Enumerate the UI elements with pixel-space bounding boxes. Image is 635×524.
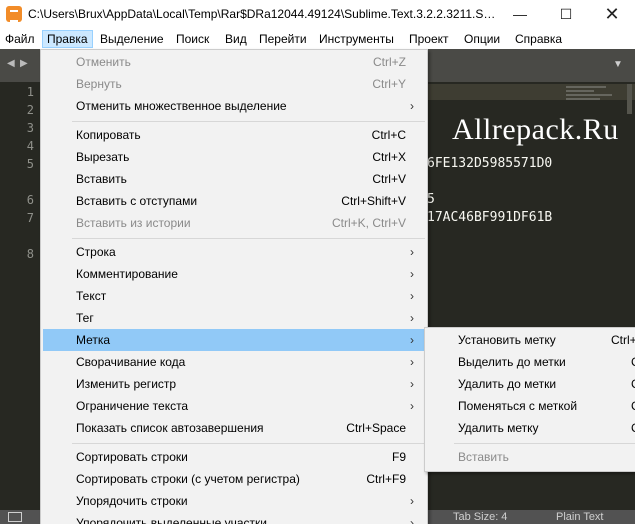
menu-item-paste[interactable]: Вставить Ctrl+V bbox=[43, 168, 425, 190]
menu-item-sort-lines-case[interactable]: Сортировать строки (с учетом регистра) C… bbox=[43, 468, 425, 490]
mark-submenu: Установить метку Ctrl+ Выделить до метки… bbox=[424, 327, 635, 472]
menu-item-permute-lines[interactable]: Упорядочить строки › bbox=[43, 490, 425, 512]
menu-separator bbox=[72, 238, 425, 239]
code-line[interactable]: 5 bbox=[427, 192, 435, 207]
close-button[interactable]: ✕ bbox=[589, 0, 635, 29]
line-number: 6 bbox=[26, 193, 34, 207]
chevron-right-icon: › bbox=[410, 399, 414, 413]
menu-item-convert-case[interactable]: Изменить регистр › bbox=[43, 373, 425, 395]
title-bar: C:\Users\Brux\AppData\Local\Temp\Rar$DRa… bbox=[0, 0, 635, 29]
menu-item-paste-history[interactable]: Вставить из истории Ctrl+K, Ctrl+V bbox=[43, 212, 425, 234]
menu-goto[interactable]: Перейти bbox=[255, 30, 311, 48]
submenu-item-delete-to-mark[interactable]: Удалить до метки C bbox=[427, 373, 635, 395]
code-line[interactable]: 17AC46BF991DF61B bbox=[427, 210, 552, 225]
minimap[interactable] bbox=[560, 84, 620, 104]
chevron-right-icon: › bbox=[410, 377, 414, 391]
menu-item-cut[interactable]: Вырезать Ctrl+X bbox=[43, 146, 425, 168]
editor-scrollbar-thumb[interactable] bbox=[627, 84, 632, 114]
menu-view[interactable]: Вид bbox=[221, 30, 251, 48]
line-number: 4 bbox=[26, 139, 34, 153]
watermark-text: Allrepack.Ru bbox=[452, 113, 619, 146]
maximize-button[interactable]: ☐ bbox=[543, 0, 589, 29]
chevron-right-icon: › bbox=[410, 333, 414, 347]
code-line[interactable]: 6FE132D5985571D0 bbox=[427, 156, 552, 171]
tab-list-dropdown-icon[interactable]: ▼ bbox=[613, 59, 623, 70]
panel-toggle-icon[interactable] bbox=[8, 512, 22, 522]
chevron-right-icon: › bbox=[410, 311, 414, 325]
chevron-right-icon: › bbox=[410, 267, 414, 281]
chevron-right-icon: › bbox=[410, 245, 414, 259]
chevron-right-icon: › bbox=[410, 99, 414, 113]
syntax-indicator[interactable]: Plain Text bbox=[556, 511, 604, 523]
line-number-gutter: 1 2 3 4 5 6 7 8 bbox=[0, 82, 40, 512]
menu-item-sort-lines[interactable]: Сортировать строки F9 bbox=[43, 446, 425, 468]
menu-preferences[interactable]: Опции bbox=[460, 30, 504, 48]
chevron-right-icon: › bbox=[410, 289, 414, 303]
tab-scroll-left-icon[interactable]: ◀ bbox=[7, 58, 15, 69]
menu-project[interactable]: Проект bbox=[405, 30, 453, 48]
submenu-item-select-to-mark[interactable]: Выделить до метки C bbox=[427, 351, 635, 373]
chevron-right-icon: › bbox=[410, 355, 414, 369]
menu-separator bbox=[72, 443, 425, 444]
menu-find[interactable]: Поиск bbox=[172, 30, 213, 48]
line-number: 1 bbox=[26, 85, 34, 99]
menu-tools[interactable]: Инструменты bbox=[315, 30, 398, 48]
menu-selection[interactable]: Выделение bbox=[96, 30, 168, 48]
line-number: 2 bbox=[26, 103, 34, 117]
menu-item-undo[interactable]: Отменить Ctrl+Z bbox=[43, 51, 425, 73]
menu-edit[interactable]: Правка bbox=[42, 30, 93, 48]
menu-bar: Файл Правка Выделение Поиск Вид Перейти … bbox=[0, 29, 635, 49]
menu-item-copy[interactable]: Копировать Ctrl+C bbox=[43, 124, 425, 146]
line-number: 5 bbox=[26, 157, 34, 171]
line-number: 7 bbox=[26, 211, 34, 225]
menu-item-permute-selections[interactable]: Упорядочить выделенные участки › bbox=[43, 512, 425, 524]
line-number: 3 bbox=[26, 121, 34, 135]
tab-scroll-right-icon[interactable]: ▶ bbox=[20, 58, 28, 69]
menu-separator bbox=[72, 121, 425, 122]
menu-separator bbox=[454, 443, 635, 444]
menu-item-redo[interactable]: Вернуть Ctrl+Y bbox=[43, 73, 425, 95]
menu-item-wrap[interactable]: Ограничение текста › bbox=[43, 395, 425, 417]
menu-item-paste-indent[interactable]: Вставить с отступами Ctrl+Shift+V bbox=[43, 190, 425, 212]
window-title: C:\Users\Brux\AppData\Local\Temp\Rar$DRa… bbox=[28, 7, 500, 21]
edit-menu-dropdown: Отменить Ctrl+Z Вернуть Ctrl+Y Отменить … bbox=[40, 49, 428, 524]
submenu-item-set-mark[interactable]: Установить метку Ctrl+ bbox=[427, 329, 635, 351]
submenu-item-yank[interactable]: Вставить bbox=[427, 446, 635, 468]
chevron-right-icon: › bbox=[410, 494, 414, 508]
menu-item-line[interactable]: Строка › bbox=[43, 241, 425, 263]
chevron-right-icon: › bbox=[410, 516, 414, 524]
menu-item-code-folding[interactable]: Сворачивание кода › bbox=[43, 351, 425, 373]
menu-help[interactable]: Справка bbox=[511, 30, 566, 48]
menu-item-autocomplete[interactable]: Показать список автозавершения Ctrl+Spac… bbox=[43, 417, 425, 439]
menu-item-tag[interactable]: Тег › bbox=[43, 307, 425, 329]
submenu-item-swap-with-mark[interactable]: Поменяться с меткой C bbox=[427, 395, 635, 417]
menu-item-comment[interactable]: Комментирование › bbox=[43, 263, 425, 285]
line-number: 8 bbox=[26, 247, 34, 261]
menu-item-undo-multiselect[interactable]: Отменить множественное выделение › bbox=[43, 95, 425, 117]
menu-item-text[interactable]: Текст › bbox=[43, 285, 425, 307]
submenu-item-clear-mark[interactable]: Удалить метку C bbox=[427, 417, 635, 439]
sublime-app-icon bbox=[6, 6, 22, 22]
tab-size-indicator[interactable]: Tab Size: 4 bbox=[453, 511, 507, 523]
menu-file[interactable]: Файл bbox=[1, 30, 39, 48]
menu-item-mark[interactable]: Метка › bbox=[43, 329, 425, 351]
minimize-button[interactable]: — bbox=[497, 0, 543, 29]
